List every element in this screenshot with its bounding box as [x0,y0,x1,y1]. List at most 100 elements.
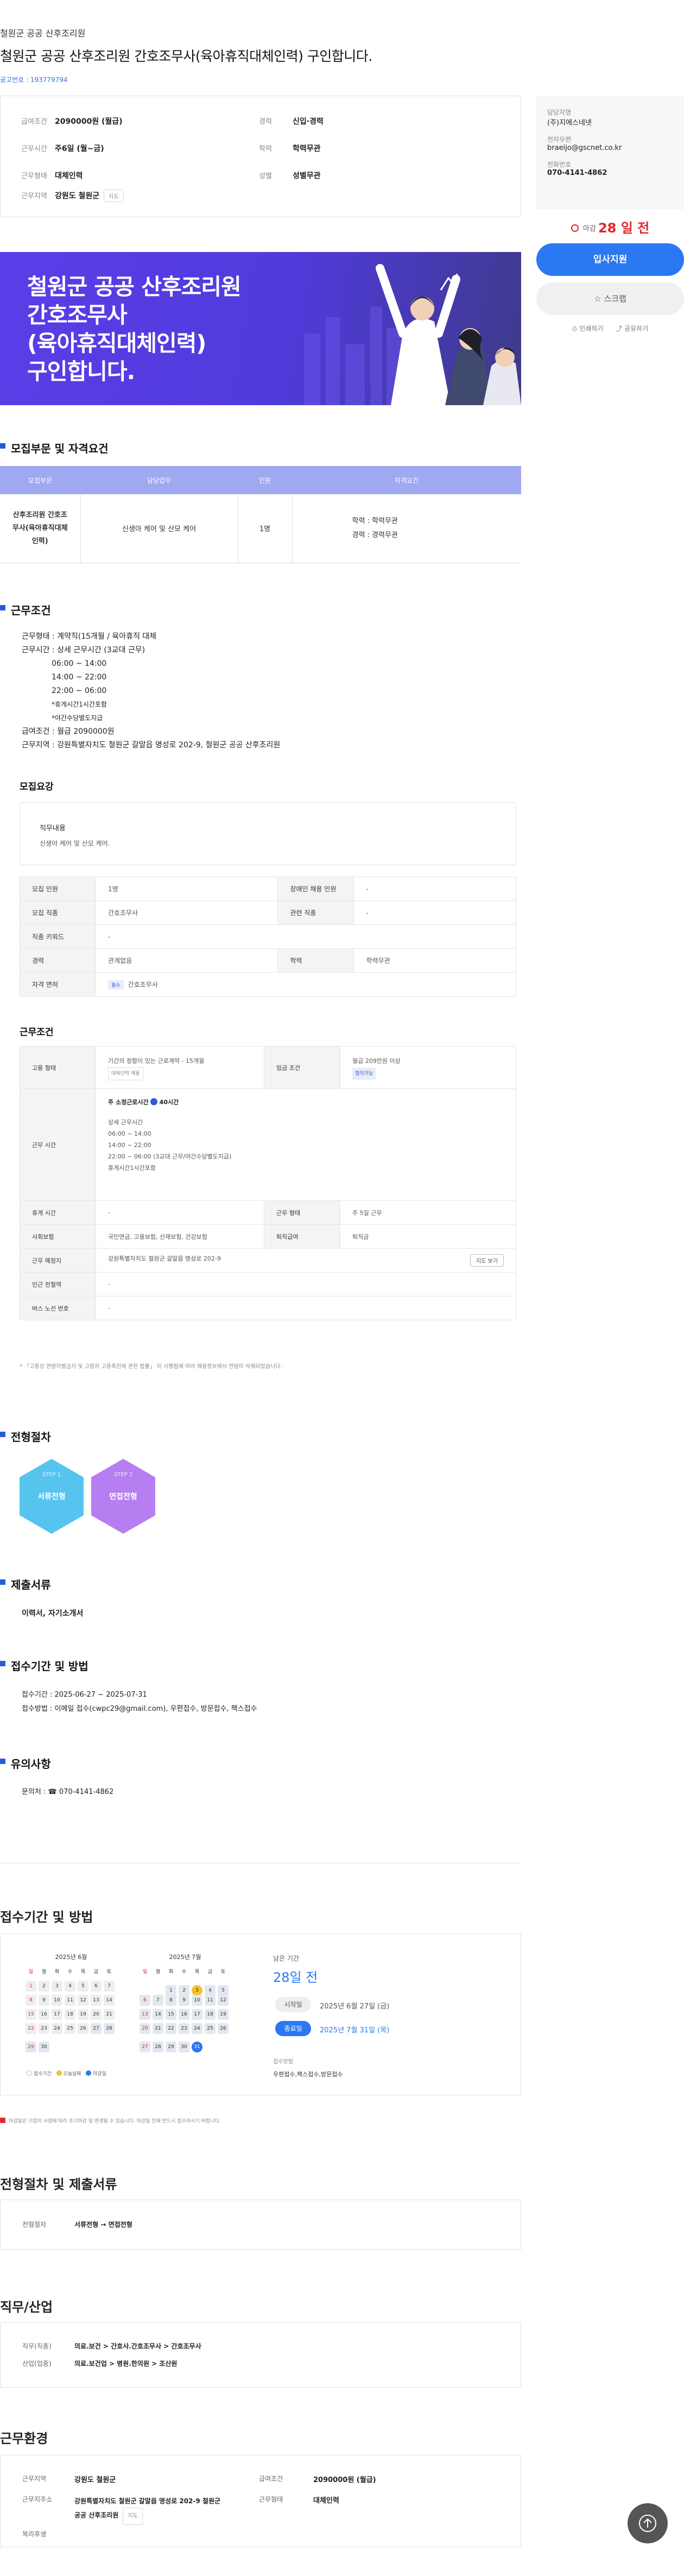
info-icon [150,1098,158,1105]
weekday: 화 [168,1969,174,1975]
calendar-day: 27 [140,2042,150,2052]
apply-method: 우편접수,팩스접수,방문접수 [273,2071,343,2078]
calendar-day: 17 [192,2009,202,2020]
calendar-day: 19 [218,2009,229,2020]
calendar-day: 31 [192,2042,202,2052]
empty-day [205,2037,216,2048]
calendar-day: 1 [26,1981,36,1992]
weekday: 수 [181,1969,187,1975]
apply-section-heading: 접수기간 및 방법 [0,1910,93,1925]
empty-day [104,2037,115,2048]
banner-illustration [304,264,521,405]
col-part: 모집부문 [0,466,80,494]
period-heading: 접수기간 및 방법 [0,1658,88,1673]
step1-label: 서류전형 [37,1492,66,1501]
docs-heading: 제출서류 [0,1576,51,1592]
summary-salary: 급여조건 2090000원 (월급) [21,117,123,126]
calendar-day: 15 [166,2009,176,2020]
calendar-legend: 접수기간 오늘날짜 마감일 [27,2070,106,2077]
calendar-day: 24 [52,2023,62,2034]
industry-heading: 직무/산업 [0,2300,53,2315]
scrap-button[interactable]: ☆ 스크랩 [536,282,684,315]
calendar-day: 4 [65,1981,75,1992]
calendar-day: 15 [26,2009,36,2020]
calendar-day: 30 [39,2042,49,2052]
calendar-day: 13 [140,2009,150,2020]
calendar-june: 2025년 6월 일 월 화 수 목 금 토 1 2 3 4 5 6 7 8 9 10 11 12 13 14 15 16 1… [24,1953,118,2052]
calendar-day: 5 [78,1981,88,1992]
deadline-indicator: 마감 28 일 전 [536,217,684,236]
weekday: 목 [80,1969,86,1975]
calendar-day: 21 [104,2009,115,2020]
outline-duty-box: 직무내용 신생아 케어 및 산모 케어. [20,802,516,865]
calendar-day: 26 [78,2023,88,2034]
calendar-day: 26 [218,2023,229,2034]
conditions-text: 근무형태 : 계약직(15개월 / 육아휴직 대체 근무시간 : 상세 근무시간… [22,632,281,750]
industry-box: 직무(직종) 의료.보건 > 간호사.간호조무사 > 간호조무사 산업(업종) … [0,2322,521,2388]
calendar-day: 3 [52,1981,62,1992]
calendar-day: 29 [26,2042,36,2052]
empty-day [140,1981,150,1992]
weekday: 목 [194,1969,200,1975]
weekday: 월 [41,1969,47,1975]
calendar-day: 28 [153,2042,163,2052]
workcond-table: 고용 형태 기간의 정함이 있는 근로계약 - 15개월 대체인력 채용 임금 조… [20,1046,516,1320]
calendar-day: 4 [205,1985,216,1996]
share-icon: ⤴ [616,325,623,332]
recruit-duty: 신생아 케어 및 산모 케어 [80,494,238,563]
col-count: 인원 [238,466,292,494]
print-link[interactable]: ⎙ 인쇄하기 [572,325,604,332]
map-view-button[interactable]: 지도 보기 [470,1254,504,1267]
clock-icon [571,224,579,232]
map-badge[interactable]: 지도 [104,190,124,202]
apply-button[interactable]: 입사지원 [536,243,684,276]
col-req: 자격요건 [292,466,521,494]
weekday: 화 [54,1969,60,1975]
calendar-day: 20 [140,2023,150,2034]
weekday: 금 [93,1969,99,1975]
recruit-part: 산후조리원 간호조무사(육아휴직대체인력) [0,494,81,563]
calendar-day: 23 [39,2023,49,2034]
calendar-day: 10 [52,1995,62,2006]
calendar-day: 25 [205,2023,216,2034]
contact-phone: 070-4141-4862 [547,169,607,177]
recruit-heading: 모집부문 및 자격요건 [0,440,109,456]
env-map-badge[interactable]: 지도 [123,2508,143,2525]
recruit-count: 1명 [238,494,293,563]
calendar-day: 1 [166,1985,176,1996]
conditions-heading: 근무조건 [0,602,51,618]
contact-email[interactable]: braeijo@gscnet.co.kr [547,144,673,152]
weekday: 일 [142,1969,148,1975]
env-box: 근무지역 강원도 철원군 급여조건 2090000원 (월급) 근무지주소 강원… [0,2455,521,2547]
calendar-box: 2025년 6월 일 월 화 수 목 금 토 1 2 3 4 5 6 7 8 9 10 11 12 13 14 15 16 1… [0,1933,521,2095]
job-number: 공고번호 : 193779794 [0,76,68,84]
calendar-day: 22 [166,2023,176,2034]
notice-phone: 문의처 : ☎ 070-4141-4862 [22,1788,114,1796]
summary-area: 근무지역 강원도 철원군 지도 [21,190,124,202]
side-links: ⎙ 인쇄하기 ⤴ 공유하기 [536,324,684,333]
page-title: 철원군 공공 산후조리원 간호조무사(육아휴직대체인력) 구인합니다. [0,48,372,64]
weekday: 수 [67,1969,73,1975]
share-link[interactable]: ⤴ 공유하기 [616,325,648,332]
scroll-top-button[interactable] [628,2503,668,2543]
empty-day [91,2037,102,2048]
calendar-day: 2 [179,1985,189,1996]
calendar-day: 9 [39,1995,49,2006]
empty-day [153,1981,163,1992]
summary-hours: 근무시간 주6일 (월~금) [21,144,104,153]
end-date: 2025년 7월 31일 (목) [320,2026,390,2035]
calendar-day: 8 [26,1995,36,2006]
outline-heading: 모집요강 [20,782,54,792]
calendar-day: 24 [192,2023,202,2034]
calendar-day: 12 [218,1995,229,2006]
company-name[interactable]: 철원군 공공 산후조리원 [0,26,85,39]
calendar-day: 14 [104,1995,115,2006]
calendar-day: 6 [91,1981,102,1992]
calendar-day: 27 [91,2023,102,2034]
calendar-day: 17 [52,2009,62,2020]
docs-value: 이력서, 자기소개서 [22,1609,84,1618]
calendar-day: 10 [192,1995,202,2006]
empty-day [218,2037,229,2048]
calendar-day: 11 [65,1995,75,2006]
calendar-day: 6 [140,1995,150,2006]
